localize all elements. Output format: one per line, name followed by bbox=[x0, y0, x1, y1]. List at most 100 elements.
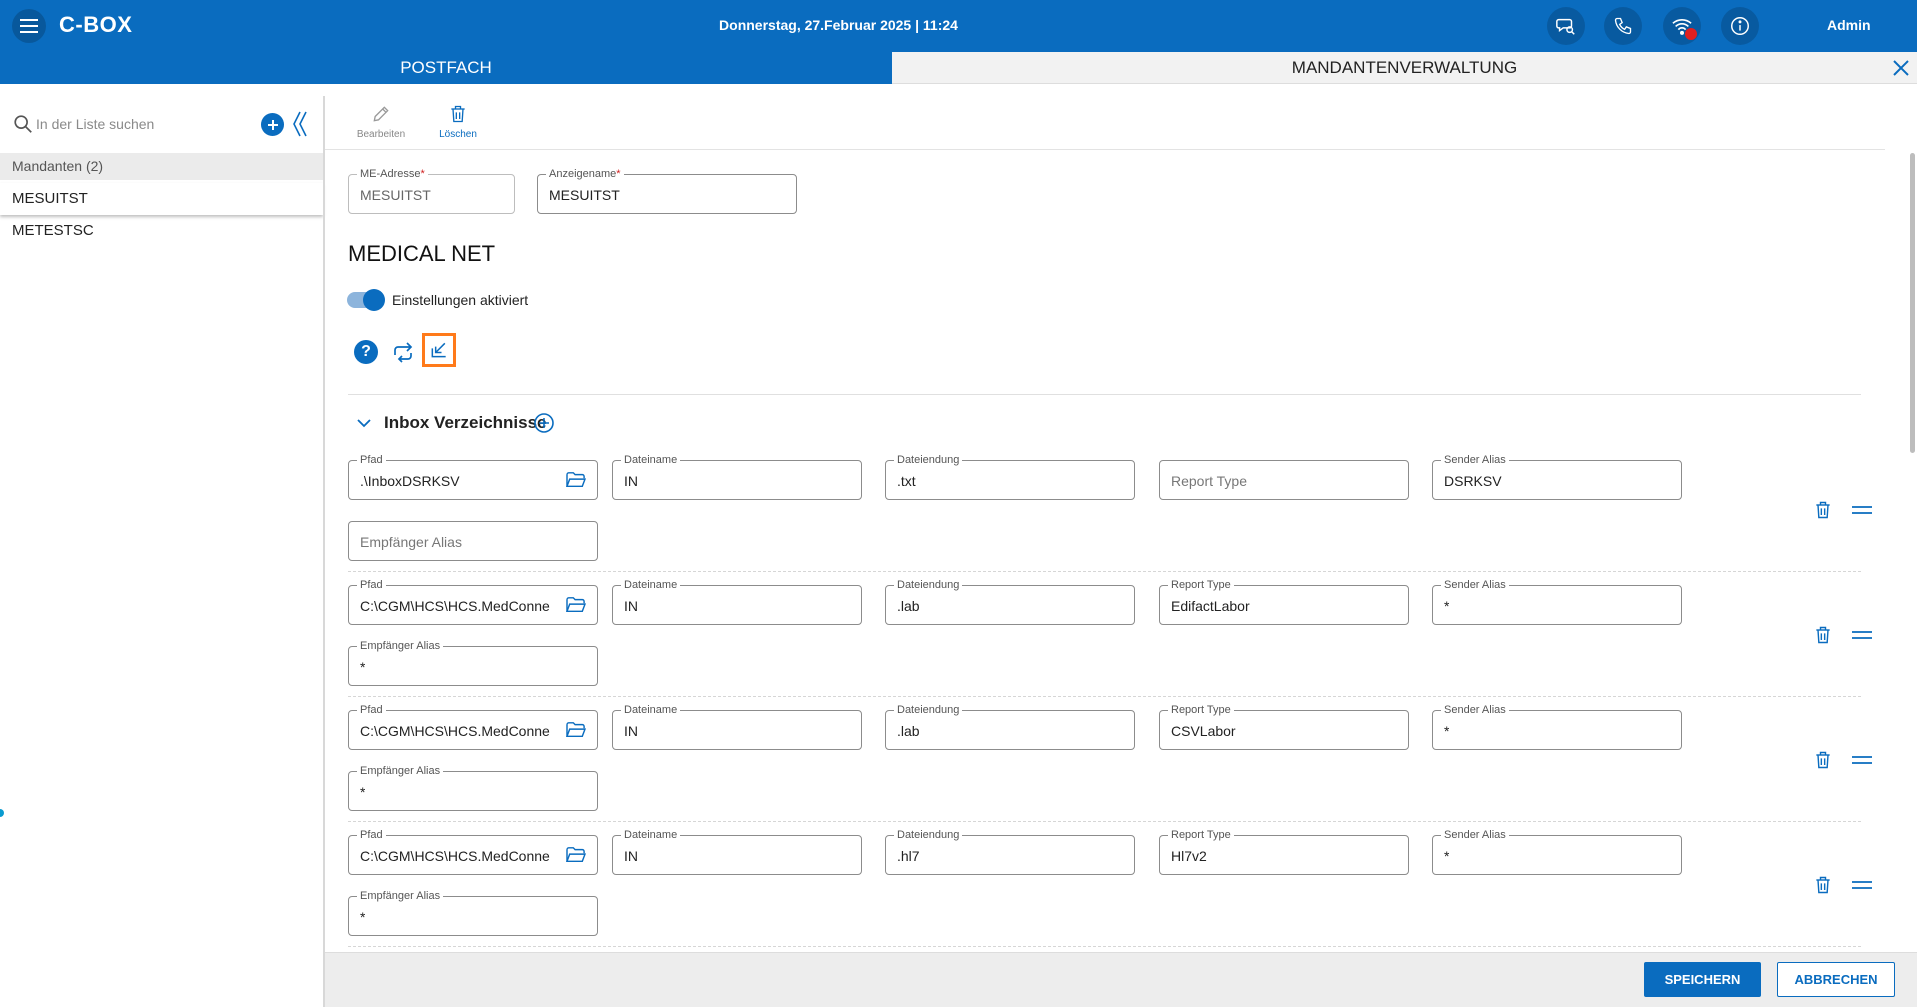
save-button[interactable]: SPEICHERN bbox=[1644, 962, 1761, 997]
filename-field-label: Dateiname bbox=[621, 453, 681, 467]
folder-icon[interactable] bbox=[565, 596, 587, 619]
row-separator bbox=[348, 946, 1861, 947]
drag-handle-icon[interactable] bbox=[1850, 753, 1874, 767]
row-separator bbox=[348, 571, 1861, 572]
forward-button[interactable] bbox=[390, 340, 416, 364]
alert-dot bbox=[1685, 28, 1697, 40]
section-divider bbox=[348, 394, 1861, 395]
delete-button[interactable]: Löschen bbox=[428, 104, 488, 140]
sidebar: Mandanten (2) MESUITST METESTSC bbox=[0, 96, 323, 1007]
toggle-label: Einstellungen aktiviert bbox=[392, 292, 529, 308]
chat-search-button[interactable] bbox=[1547, 7, 1585, 45]
toggle-knob bbox=[363, 289, 385, 311]
info-button[interactable] bbox=[1721, 7, 1759, 45]
path-field[interactable]: Pfad C:\CGM\HCS\HCS.MedConnect bbox=[348, 828, 598, 875]
recipient-alias-field[interactable]: Empfänger Alias * bbox=[348, 764, 598, 811]
wifi-button[interactable] bbox=[1663, 7, 1701, 45]
settings-toggle[interactable] bbox=[347, 289, 385, 311]
filename-field[interactable]: Dateiname IN bbox=[612, 828, 862, 875]
report-type-field-value: EdifactLabor bbox=[1171, 598, 1250, 614]
phone-button[interactable] bbox=[1604, 7, 1642, 45]
add-circle-icon[interactable] bbox=[533, 412, 555, 434]
sender-alias-field-label: Sender Alias bbox=[1441, 578, 1509, 592]
edit-button[interactable]: Bearbeiten bbox=[351, 104, 411, 140]
group-header: Mandanten (2) bbox=[0, 153, 323, 180]
folder-icon[interactable] bbox=[565, 721, 587, 744]
list-item[interactable]: METESTSC bbox=[0, 215, 323, 247]
trash-icon[interactable] bbox=[1811, 622, 1835, 648]
filename-field-label: Dateiname bbox=[621, 578, 681, 592]
report-type-field[interactable]: Report Type bbox=[1159, 460, 1409, 500]
tab-mandantenverwaltung-label: MANDANTENVERWALTUNG bbox=[1291, 57, 1518, 77]
recipient-alias-field[interactable]: Empfänger Alias * bbox=[348, 639, 598, 686]
drag-handle-icon[interactable] bbox=[1850, 628, 1874, 642]
folder-icon[interactable] bbox=[565, 471, 587, 494]
report-type-field[interactable]: Report Type EdifactLabor bbox=[1159, 578, 1409, 625]
help-icon[interactable]: ? bbox=[354, 340, 378, 364]
toolbar: Bearbeiten Löschen bbox=[325, 96, 1885, 150]
row-separator bbox=[348, 821, 1861, 822]
filename-field[interactable]: Dateiname IN bbox=[612, 453, 862, 500]
sender-alias-field-value: * bbox=[1444, 723, 1450, 739]
recipient-alias-field-placeholder: Empfänger Alias bbox=[360, 534, 462, 550]
folder-icon[interactable] bbox=[565, 846, 587, 869]
extension-field[interactable]: Dateiendung .lab bbox=[885, 703, 1135, 750]
user-name[interactable]: Admin bbox=[1827, 17, 1871, 33]
recipient-alias-field-value: * bbox=[360, 784, 366, 800]
collapse-sidebar-icon[interactable] bbox=[292, 110, 308, 138]
close-icon[interactable] bbox=[1891, 58, 1911, 78]
extension-field[interactable]: Dateiendung .txt bbox=[885, 453, 1135, 500]
tab-postfach[interactable]: POSTFACH bbox=[0, 52, 892, 84]
sender-alias-field-value: DSRKSV bbox=[1444, 473, 1502, 489]
filename-field[interactable]: Dateiname IN bbox=[612, 578, 862, 625]
inbox-header: Inbox Verzeichnisse bbox=[348, 408, 648, 438]
import-button[interactable] bbox=[422, 333, 456, 367]
sender-alias-field[interactable]: Sender Alias * bbox=[1432, 828, 1682, 875]
drag-handle-icon[interactable] bbox=[1850, 503, 1874, 517]
trash-icon[interactable] bbox=[1811, 872, 1835, 898]
trash-icon[interactable] bbox=[1811, 497, 1835, 523]
sender-alias-field[interactable]: Sender Alias * bbox=[1432, 703, 1682, 750]
add-client-button[interactable] bbox=[261, 113, 284, 136]
top-bar: C-BOX Donnerstag, 27.Februar 2025 | 11:2… bbox=[0, 0, 1917, 52]
path-field[interactable]: Pfad .\InboxDSRKSV bbox=[348, 453, 598, 500]
path-field-label: Pfad bbox=[357, 703, 386, 717]
filename-field-value: IN bbox=[624, 723, 638, 739]
me-address-field[interactable]: ME-Adresse* MESUITST bbox=[348, 167, 515, 214]
sender-alias-field[interactable]: Sender Alias * bbox=[1432, 578, 1682, 625]
path-field-value: C:\CGM\HCS\HCS.MedConnect bbox=[360, 723, 550, 739]
extension-field[interactable]: Dateiendung .lab bbox=[885, 578, 1135, 625]
list-item[interactable]: MESUITST bbox=[0, 183, 323, 215]
cancel-button[interactable]: ABBRECHEN bbox=[1777, 962, 1895, 997]
info-icon bbox=[1731, 17, 1749, 35]
recipient-alias-field[interactable]: Empfänger Alias * bbox=[348, 889, 598, 936]
chevron-down-icon[interactable] bbox=[357, 418, 371, 428]
recipient-alias-field-label: Empfänger Alias bbox=[357, 889, 444, 903]
path-field[interactable]: Pfad C:\CGM\HCS\HCS.MedConnect bbox=[348, 703, 598, 750]
search-input[interactable] bbox=[36, 110, 246, 138]
extension-field-label: Dateiendung bbox=[894, 828, 963, 842]
trash-icon[interactable] bbox=[1811, 747, 1835, 773]
path-field[interactable]: Pfad C:\CGM\HCS\HCS.MedConnect bbox=[348, 578, 598, 625]
forward-icon bbox=[394, 342, 413, 363]
report-type-field[interactable]: Report Type CSVLabor bbox=[1159, 703, 1409, 750]
extension-field-value: .txt bbox=[897, 473, 916, 489]
extension-field-label: Dateiendung bbox=[894, 578, 963, 592]
extension-field-label: Dateiendung bbox=[894, 703, 963, 717]
recipient-alias-field[interactable]: Empfänger Alias bbox=[348, 521, 598, 561]
filename-field[interactable]: Dateiname IN bbox=[612, 703, 862, 750]
report-type-field-value: Hl7v2 bbox=[1171, 848, 1207, 864]
import-icon bbox=[431, 342, 446, 358]
scrollbar[interactable] bbox=[1910, 153, 1915, 453]
sender-alias-field[interactable]: Sender Alias DSRKSV bbox=[1432, 453, 1682, 500]
report-type-field[interactable]: Report Type Hl7v2 bbox=[1159, 828, 1409, 875]
filename-field-label: Dateiname bbox=[621, 703, 681, 717]
extension-field[interactable]: Dateiendung .hl7 bbox=[885, 828, 1135, 875]
path-field-value: .\InboxDSRKSV bbox=[360, 473, 460, 489]
tab-mandantenverwaltung[interactable]: MANDANTENVERWALTUNG bbox=[892, 52, 1917, 84]
drag-handle-icon[interactable] bbox=[1850, 878, 1874, 892]
display-name-value: MESUITST bbox=[549, 187, 620, 203]
section-title: MEDICAL NET bbox=[348, 241, 496, 266]
display-name-field[interactable]: Anzeigename* MESUITST bbox=[537, 167, 797, 214]
me-address-value: MESUITST bbox=[360, 187, 431, 203]
